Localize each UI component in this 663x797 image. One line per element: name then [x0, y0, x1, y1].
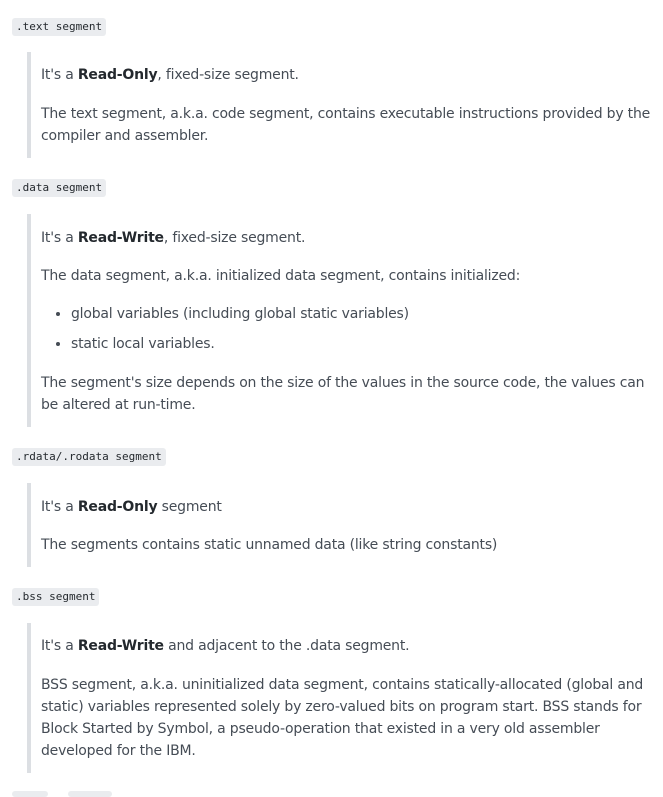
text-segment-description: The text segment, a.k.a. code segment, c…: [41, 106, 651, 144]
data-segment-description: The data segment, a.k.a. initialized dat…: [41, 268, 521, 284]
rodata-segment-line1: It's a Read-Only segment: [41, 499, 222, 515]
bss-segment-line1: It's a Read-Write and adjacent to the .d…: [41, 638, 410, 654]
text-segment-heading: .text segment: [12, 18, 107, 36]
read-only-label: Read-Only: [77, 499, 158, 515]
text-segment-quote: It's a Read-Only, fixed-size segment. Th…: [27, 52, 652, 158]
rodata-segment-quote: It's a Read-Only segment The segments co…: [27, 483, 652, 567]
data-segment-line1: It's a Read-Write, fixed-size segment.: [41, 230, 306, 246]
list-item: static local variables.: [71, 333, 652, 355]
read-write-label: Read-Write: [77, 230, 164, 246]
rodata-segment-description: The segments contains static unnamed dat…: [41, 537, 498, 553]
data-segment-size-note: The segment's size depends on the size o…: [41, 375, 645, 413]
bss-segment-heading: .bss segment: [12, 588, 100, 606]
bss-segment-quote: It's a Read-Write and adjacent to the .d…: [27, 623, 652, 773]
next-code-tag-stub: [12, 791, 48, 797]
bss-segment-description: BSS segment, a.k.a. uninitialized data s…: [41, 677, 644, 759]
text-segment-line1: It's a Read-Only, fixed-size segment.: [41, 67, 299, 83]
data-segment-quote: It's a Read-Write, fixed-size segment. T…: [27, 214, 652, 427]
read-write-label: Read-Write: [77, 638, 164, 654]
list-item: global variables (including global stati…: [71, 303, 652, 325]
data-segment-bullet-list: global variables (including global stati…: [41, 303, 652, 355]
rodata-segment-heading: .rdata/.rodata segment: [12, 448, 166, 466]
read-only-label: Read-Only: [77, 67, 158, 83]
next-code-tag-stub: [68, 791, 112, 797]
data-segment-heading: .data segment: [12, 179, 107, 197]
document-page: .text segment It's a Read-Only, fixed-si…: [0, 0, 663, 797]
